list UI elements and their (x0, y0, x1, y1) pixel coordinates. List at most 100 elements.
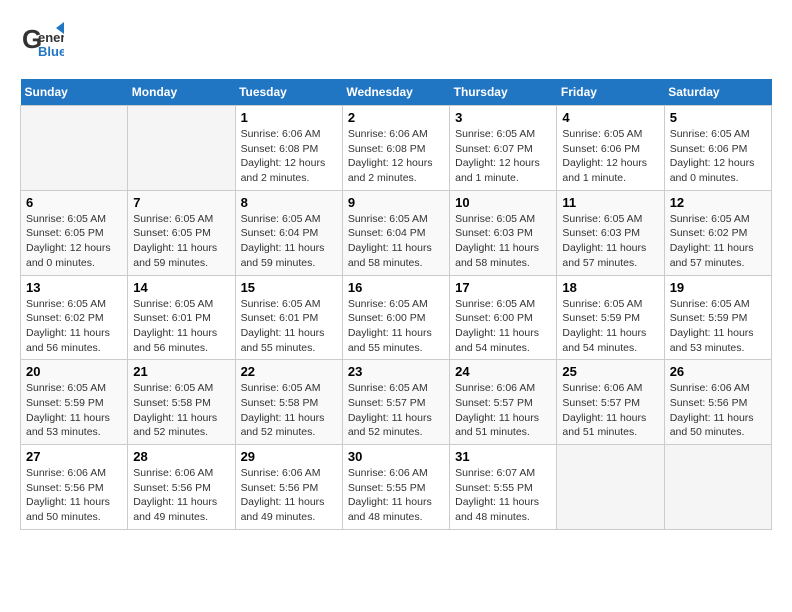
calendar-cell: 1 Sunrise: 6:06 AMSunset: 6:08 PMDaylight… (235, 106, 342, 191)
calendar-cell: 8 Sunrise: 6:05 AMSunset: 6:04 PMDaylight… (235, 190, 342, 275)
calendar-cell: 13 Sunrise: 6:05 AMSunset: 6:02 PMDayligh… (21, 275, 128, 360)
day-info: Sunrise: 6:05 AMSunset: 6:01 PMDaylight:… (133, 297, 229, 356)
day-number: 31 (455, 449, 551, 464)
calendar-cell: 2Sunrise: 6:06 AMSunset: 6:08 PMDaylight… (342, 106, 449, 191)
calendar-cell: 14 Sunrise: 6:05 AMSunset: 6:01 PMDayligh… (128, 275, 235, 360)
day-info: Sunrise: 6:05 AMSunset: 6:05 PMDaylight:… (26, 212, 122, 271)
calendar-week-row: 13 Sunrise: 6:05 AMSunset: 6:02 PMDayligh… (21, 275, 772, 360)
calendar-cell: 3 Sunrise: 6:05 AMSunset: 6:07 PMDaylight… (450, 106, 557, 191)
calendar-cell: 9 Sunrise: 6:05 AMSunset: 6:04 PMDaylight… (342, 190, 449, 275)
calendar-cell: 19 Sunrise: 6:05 AMSunset: 5:59 PMDayligh… (664, 275, 771, 360)
calendar-cell: 29 Sunrise: 6:06 AMSunset: 5:56 PMDayligh… (235, 445, 342, 530)
day-number: 19 (670, 280, 766, 295)
day-number: 13 (26, 280, 122, 295)
day-number: 10 (455, 195, 551, 210)
day-number: 12 (670, 195, 766, 210)
calendar-cell: 12Sunrise: 6:05 AMSunset: 6:02 PMDayligh… (664, 190, 771, 275)
day-number: 24 (455, 364, 551, 379)
day-info: Sunrise: 6:05 AMSunset: 5:57 PMDaylight:… (348, 381, 444, 440)
calendar-cell: 15 Sunrise: 6:05 AMSunset: 6:01 PMDayligh… (235, 275, 342, 360)
day-number: 21 (133, 364, 229, 379)
calendar-cell: 4Sunrise: 6:05 AMSunset: 6:06 PMDaylight… (557, 106, 664, 191)
calendar-cell: 24 Sunrise: 6:06 AMSunset: 5:57 PMDayligh… (450, 360, 557, 445)
day-number: 2 (348, 110, 444, 125)
calendar-cell: 21Sunrise: 6:05 AMSunset: 5:58 PMDayligh… (128, 360, 235, 445)
calendar-cell: 11 Sunrise: 6:05 AMSunset: 6:03 PMDayligh… (557, 190, 664, 275)
day-number: 3 (455, 110, 551, 125)
day-info: Sunrise: 6:06 AMSunset: 5:57 PMDaylight:… (455, 381, 551, 440)
calendar-cell: 30Sunrise: 6:06 AMSunset: 5:55 PMDayligh… (342, 445, 449, 530)
calendar-cell: 18Sunrise: 6:05 AMSunset: 5:59 PMDayligh… (557, 275, 664, 360)
day-info: Sunrise: 6:06 AMSunset: 5:56 PMDaylight:… (133, 466, 229, 525)
day-number: 11 (562, 195, 658, 210)
col-saturday: Saturday (664, 79, 771, 106)
col-wednesday: Wednesday (342, 79, 449, 106)
calendar-cell (128, 106, 235, 191)
day-number: 1 (241, 110, 337, 125)
calendar-week-row: 1 Sunrise: 6:06 AMSunset: 6:08 PMDaylight… (21, 106, 772, 191)
day-number: 22 (241, 364, 337, 379)
day-info: Sunrise: 6:06 AMSunset: 5:56 PMDaylight:… (26, 466, 122, 525)
day-number: 7 (133, 195, 229, 210)
calendar-cell: 22Sunrise: 6:05 AMSunset: 5:58 PMDayligh… (235, 360, 342, 445)
day-number: 8 (241, 195, 337, 210)
day-info: Sunrise: 6:07 AMSunset: 5:55 PMDaylight:… (455, 466, 551, 525)
svg-text:Blue: Blue (38, 44, 64, 59)
calendar-week-row: 20 Sunrise: 6:05 AMSunset: 5:59 PMDayligh… (21, 360, 772, 445)
day-number: 26 (670, 364, 766, 379)
day-info: Sunrise: 6:05 AMSunset: 6:03 PMDaylight:… (455, 212, 551, 271)
day-info: Sunrise: 6:05 AMSunset: 6:06 PMDaylight:… (562, 127, 658, 186)
day-number: 20 (26, 364, 122, 379)
day-number: 15 (241, 280, 337, 295)
col-sunday: Sunday (21, 79, 128, 106)
day-info: Sunrise: 6:06 AMSunset: 5:56 PMDaylight:… (241, 466, 337, 525)
day-info: Sunrise: 6:05 AMSunset: 6:04 PMDaylight:… (241, 212, 337, 271)
day-info: Sunrise: 6:06 AMSunset: 5:57 PMDaylight:… (562, 381, 658, 440)
col-friday: Friday (557, 79, 664, 106)
calendar-table: Sunday Monday Tuesday Wednesday Thursday… (20, 79, 772, 530)
calendar-cell: 20 Sunrise: 6:05 AMSunset: 5:59 PMDayligh… (21, 360, 128, 445)
day-info: Sunrise: 6:05 AMSunset: 6:01 PMDaylight:… (241, 297, 337, 356)
day-number: 23 (348, 364, 444, 379)
col-thursday: Thursday (450, 79, 557, 106)
calendar-week-row: 6 Sunrise: 6:05 AMSunset: 6:05 PMDaylight… (21, 190, 772, 275)
day-info: Sunrise: 6:05 AMSunset: 6:02 PMDaylight:… (26, 297, 122, 356)
calendar-cell (21, 106, 128, 191)
day-number: 14 (133, 280, 229, 295)
day-number: 28 (133, 449, 229, 464)
day-info: Sunrise: 6:05 AMSunset: 6:07 PMDaylight:… (455, 127, 551, 186)
calendar-header-row: Sunday Monday Tuesday Wednesday Thursday… (21, 79, 772, 106)
logo-icon: G eneral Blue (20, 20, 64, 69)
day-info: Sunrise: 6:05 AMSunset: 5:59 PMDaylight:… (670, 297, 766, 356)
day-info: Sunrise: 6:05 AMSunset: 6:03 PMDaylight:… (562, 212, 658, 271)
calendar-cell: 17 Sunrise: 6:05 AMSunset: 6:00 PMDayligh… (450, 275, 557, 360)
day-info: Sunrise: 6:05 AMSunset: 6:04 PMDaylight:… (348, 212, 444, 271)
day-number: 25 (562, 364, 658, 379)
day-info: Sunrise: 6:06 AMSunset: 6:08 PMDaylight:… (241, 127, 337, 186)
calendar-week-row: 27Sunrise: 6:06 AMSunset: 5:56 PMDayligh… (21, 445, 772, 530)
day-number: 6 (26, 195, 122, 210)
calendar-cell: 10 Sunrise: 6:05 AMSunset: 6:03 PMDayligh… (450, 190, 557, 275)
day-info: Sunrise: 6:05 AMSunset: 6:00 PMDaylight:… (348, 297, 444, 356)
day-info: Sunrise: 6:05 AMSunset: 6:05 PMDaylight:… (133, 212, 229, 271)
col-monday: Monday (128, 79, 235, 106)
calendar-cell: 16 Sunrise: 6:05 AMSunset: 6:00 PMDayligh… (342, 275, 449, 360)
calendar-cell: 28 Sunrise: 6:06 AMSunset: 5:56 PMDayligh… (128, 445, 235, 530)
day-info: Sunrise: 6:05 AMSunset: 6:00 PMDaylight:… (455, 297, 551, 356)
logo: G eneral Blue (20, 20, 64, 69)
calendar-cell: 31 Sunrise: 6:07 AMSunset: 5:55 PMDayligh… (450, 445, 557, 530)
day-number: 17 (455, 280, 551, 295)
day-number: 16 (348, 280, 444, 295)
day-info: Sunrise: 6:06 AMSunset: 5:56 PMDaylight:… (670, 381, 766, 440)
calendar-cell: 25 Sunrise: 6:06 AMSunset: 5:57 PMDayligh… (557, 360, 664, 445)
page-header: G eneral Blue (20, 20, 772, 69)
day-number: 29 (241, 449, 337, 464)
day-number: 9 (348, 195, 444, 210)
day-info: Sunrise: 6:05 AMSunset: 5:59 PMDaylight:… (562, 297, 658, 356)
calendar-cell: 6 Sunrise: 6:05 AMSunset: 6:05 PMDaylight… (21, 190, 128, 275)
day-info: Sunrise: 6:05 AMSunset: 6:06 PMDaylight:… (670, 127, 766, 186)
calendar-cell: 5 Sunrise: 6:05 AMSunset: 6:06 PMDaylight… (664, 106, 771, 191)
calendar-cell: 26 Sunrise: 6:06 AMSunset: 5:56 PMDayligh… (664, 360, 771, 445)
day-number: 5 (670, 110, 766, 125)
day-info: Sunrise: 6:05 AMSunset: 5:59 PMDaylight:… (26, 381, 122, 440)
